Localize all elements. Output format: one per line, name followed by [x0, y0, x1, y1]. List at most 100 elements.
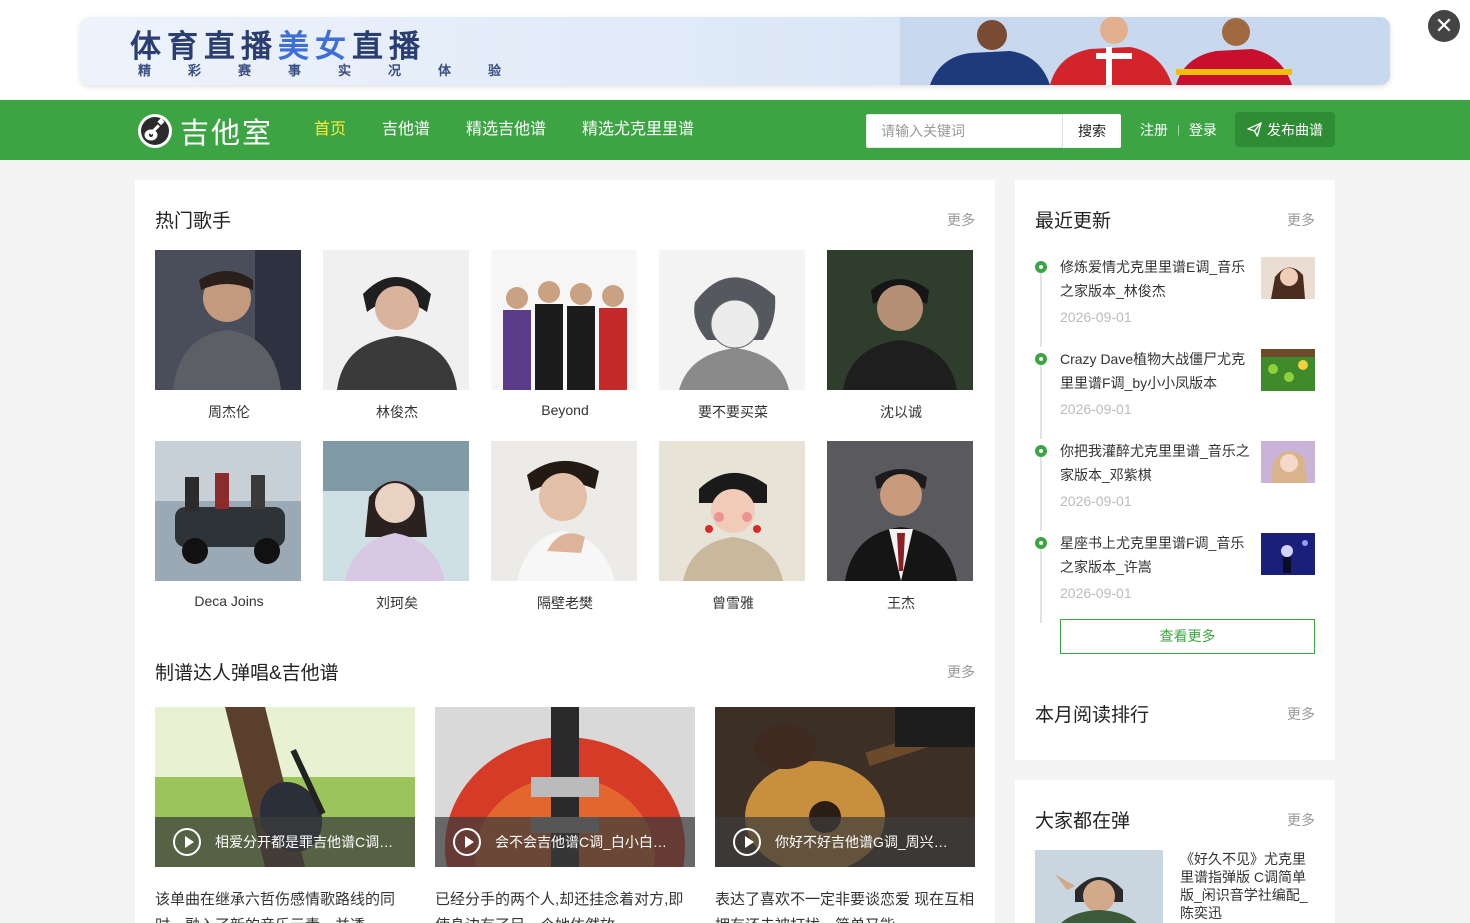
- login-link[interactable]: 登录: [1189, 120, 1217, 140]
- singer-name: Deca Joins: [194, 593, 264, 609]
- recent-update-item[interactable]: 你把我灌醉尤克里里谱_音乐之家版本_邓紫棋 2026-09-01: [1035, 439, 1315, 531]
- singer-card[interactable]: 林俊杰: [323, 250, 471, 422]
- singer-name: 王杰: [887, 595, 915, 611]
- publish-label: 发布曲谱: [1267, 121, 1323, 138]
- update-thumbnail[interactable]: [1261, 349, 1315, 391]
- search-input[interactable]: [866, 114, 1062, 148]
- timeline-line: [1040, 273, 1042, 347]
- experts-title: 制谱达人弹唱&吉他谱: [155, 663, 339, 684]
- paper-plane-icon: [1247, 122, 1262, 137]
- update-title[interactable]: 你把我灌醉尤克里里谱_音乐之家版本_邓紫棋: [1060, 439, 1252, 487]
- video-title: 你好不好吉他谱G调_周兴哲版本: [775, 834, 959, 850]
- singer-card[interactable]: 曾雪雅: [659, 441, 807, 613]
- singer-photo: [491, 441, 637, 581]
- singer-photo: [827, 250, 973, 390]
- menu-featured-ukulele-tabs[interactable]: 精选尤克里里谱: [582, 100, 694, 160]
- recent-more-link[interactable]: 更多: [1287, 210, 1315, 230]
- menu-featured-guitar-tabs[interactable]: 精选吉他谱: [466, 100, 546, 160]
- menu-home[interactable]: 首页: [314, 100, 346, 160]
- everyone-item-title[interactable]: 《好久不见》尤克里里谱指弹版 C调简单版_闲识音学社编配_陈奕迅: [1180, 850, 1310, 922]
- singer-name: 沈以诚: [880, 404, 922, 420]
- singer-photo: [155, 250, 301, 390]
- video-caption-bar: 会不会吉他谱C调_白小白版本: [435, 817, 695, 867]
- singer-name: 隔壁老樊: [537, 595, 593, 611]
- view-more-button[interactable]: 查看更多: [1060, 619, 1315, 654]
- recent-title: 最近更新: [1035, 211, 1112, 232]
- timeline-dot: [1035, 445, 1047, 457]
- search-box: 搜索: [866, 114, 1121, 148]
- timeline-line: [1040, 365, 1042, 439]
- experts-more-link[interactable]: 更多: [947, 662, 975, 682]
- video-thumbnail[interactable]: 你好不好吉他谱G调_周兴哲版本: [715, 707, 975, 867]
- recent-update-item[interactable]: 修炼爱情尤克里里谱E调_音乐之家版本_林俊杰 2026-09-01: [1035, 255, 1315, 347]
- play-icon[interactable]: [733, 828, 761, 856]
- ad-banner-image[interactable]: 体育直播美女直播 精彩赛事实况体验: [80, 17, 1390, 85]
- timeline-line: [1040, 457, 1042, 531]
- everyone-title: 大家都在弹: [1035, 811, 1131, 832]
- singer-photo: [827, 441, 973, 581]
- recent-update-item[interactable]: Crazy Dave植物大战僵尸尤克里里谱F调_by小小凤版本 2026-09-…: [1035, 347, 1315, 439]
- update-title[interactable]: 星座书上尤克里里谱F调_音乐之家版本_许嵩: [1060, 531, 1252, 579]
- recent-header: 最近更新 更多: [1035, 206, 1315, 233]
- ad-banner[interactable]: 体育直播美女直播 精彩赛事实况体验 ✕: [0, 0, 1470, 100]
- singer-photo: [323, 250, 469, 390]
- video-title: 相爱分开都是罪吉他谱C调_高音质…: [215, 834, 399, 850]
- update-date: 2026-09-01: [1060, 493, 1132, 509]
- expert-video-card[interactable]: 会不会吉他谱C调_白小白版本 已经分手的两个人,却还挂念着对方,即使身边有了另一…: [435, 707, 695, 923]
- monthly-header: 本月阅读排行 更多: [1035, 700, 1315, 727]
- singer-photo: [323, 441, 469, 581]
- update-title[interactable]: Crazy Dave植物大战僵尸尤克里里谱F调_by小小凤版本: [1060, 347, 1252, 395]
- hot-singers-more-link[interactable]: 更多: [947, 210, 975, 230]
- update-thumbnail[interactable]: [1261, 533, 1315, 575]
- video-thumbnail[interactable]: 相爱分开都是罪吉他谱C调_高音质…: [155, 707, 415, 867]
- recent-update-item[interactable]: 星座书上尤克里里谱F调_音乐之家版本_许嵩 2026-09-01: [1035, 531, 1315, 623]
- main-menu: 首页 吉他谱 精选吉他谱 精选尤克里里谱: [314, 100, 730, 160]
- singer-card[interactable]: 周杰伦: [155, 250, 303, 422]
- timeline-dot: [1035, 537, 1047, 549]
- auth-links: 注册 | 登录: [1140, 100, 1217, 160]
- expert-video-card[interactable]: 你好不好吉他谱G调_周兴哲版本 表达了喜欢不一定非要谈恋爱 现在互相拥有还未被打…: [715, 707, 975, 923]
- ad-subtitle: 精彩赛事实况体验: [138, 63, 539, 78]
- singer-photo: [659, 441, 805, 581]
- register-link[interactable]: 注册: [1140, 120, 1168, 140]
- singer-card[interactable]: Deca Joins: [155, 441, 303, 609]
- timeline-line: [1040, 549, 1042, 623]
- video-thumbnail[interactable]: 会不会吉他谱C调_白小白版本: [435, 707, 695, 867]
- monthly-more-link[interactable]: 更多: [1287, 704, 1315, 724]
- video-description: 该单曲在继承六哲伤感情歌路线的同时，融入了新的音乐元素，并透: [155, 891, 396, 923]
- video-caption-bar: 你好不好吉他谱G调_周兴哲版本: [715, 817, 975, 867]
- singer-photo: [491, 250, 637, 390]
- expert-video-card[interactable]: 相爱分开都是罪吉他谱C调_高音质… 该单曲在继承六哲伤感情歌路线的同时，融入了新…: [155, 707, 415, 923]
- singer-card[interactable]: 沈以诚: [827, 250, 975, 422]
- singer-card[interactable]: 要不要买菜: [659, 250, 807, 422]
- recent-updates-card: 最近更新 更多 修炼爱情尤克里里谱E调_音乐之家版本_林俊杰 2026-09-0…: [1015, 180, 1335, 760]
- singer-photo: [659, 250, 805, 390]
- ad-players-image: [900, 17, 1390, 85]
- main-content-card: 热门歌手 更多 周杰伦 林俊杰 Beyond 要不要买菜 沈以诚 Deca Jo…: [135, 180, 995, 923]
- play-icon[interactable]: [173, 828, 201, 856]
- singer-name: 林俊杰: [376, 404, 418, 420]
- timeline-dot: [1035, 261, 1047, 273]
- singer-card[interactable]: Beyond: [491, 250, 639, 418]
- site-logo[interactable]: 吉他室: [137, 113, 273, 150]
- everyone-playing-card: 大家都在弹 更多 《好久不见》尤克里里谱指弹版 C调简单版_闲识音学社编配_陈奕…: [1015, 780, 1335, 923]
- everyone-item-thumbnail[interactable]: [1035, 850, 1163, 923]
- singer-card[interactable]: 刘珂矣: [323, 441, 471, 613]
- menu-guitar-tabs[interactable]: 吉他谱: [382, 100, 430, 160]
- guitar-logo-icon: [138, 114, 172, 148]
- publish-tab-button[interactable]: 发布曲谱: [1235, 112, 1335, 147]
- update-thumbnail[interactable]: [1261, 257, 1315, 299]
- video-title: 会不会吉他谱C调_白小白版本: [495, 834, 679, 850]
- play-icon[interactable]: [453, 828, 481, 856]
- everyone-more-link[interactable]: 更多: [1287, 810, 1315, 830]
- update-date: 2026-09-01: [1060, 585, 1132, 601]
- update-title[interactable]: 修炼爱情尤克里里谱E调_音乐之家版本_林俊杰: [1060, 255, 1252, 303]
- search-button[interactable]: 搜索: [1062, 114, 1121, 148]
- video-description: 表达了喜欢不一定非要谈恋爱 现在互相拥有还未被打扰，简单又能: [715, 891, 975, 923]
- singer-name: Beyond: [541, 402, 589, 418]
- singer-card[interactable]: 王杰: [827, 441, 975, 613]
- ad-close-button[interactable]: ✕: [1428, 10, 1460, 42]
- singer-name: 要不要买菜: [698, 404, 768, 420]
- update-thumbnail[interactable]: [1261, 441, 1315, 483]
- singer-card[interactable]: 隔壁老樊: [491, 441, 639, 613]
